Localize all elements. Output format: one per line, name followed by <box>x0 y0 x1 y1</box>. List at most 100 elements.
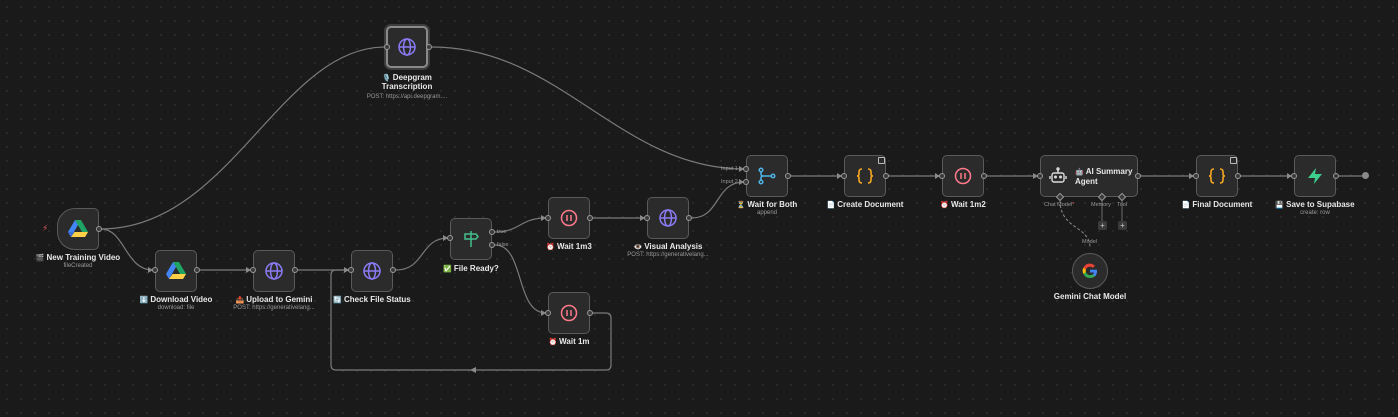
node-wait-1m3[interactable] <box>548 197 590 239</box>
wire-deepgram-merge <box>431 46 745 170</box>
add-memory-button[interactable]: + <box>1098 221 1107 230</box>
port-out-true[interactable] <box>489 229 495 235</box>
port-in[interactable] <box>250 267 256 273</box>
emoji-icon: 🤖 <box>1075 168 1084 176</box>
emoji-icon: ⬇️ <box>139 297 149 304</box>
emoji-icon: ✅ <box>443 266 452 273</box>
port-out[interactable] <box>96 226 102 232</box>
port-out[interactable] <box>981 173 987 179</box>
node-check-file-status[interactable] <box>351 250 393 292</box>
port-out[interactable] <box>194 267 200 273</box>
node-download-video[interactable] <box>155 250 197 292</box>
node-subtitle: create: row <box>1300 210 1330 216</box>
node-wait-1m2[interactable] <box>942 155 984 197</box>
port-in[interactable] <box>841 173 847 179</box>
node-title-line2: Transcription <box>381 82 433 91</box>
port-out[interactable] <box>587 310 593 316</box>
node-wait-for-both[interactable] <box>746 155 788 197</box>
node-title-line2: Agent <box>1075 176 1098 186</box>
port-in[interactable] <box>644 215 650 221</box>
globe-icon <box>659 209 677 227</box>
emoji-icon: 🎬 <box>35 255 45 262</box>
port-in-2[interactable] <box>743 179 749 185</box>
port-in[interactable] <box>545 310 551 316</box>
google-drive-icon <box>166 262 186 279</box>
node-title: Wait 1m2 <box>950 200 986 209</box>
node-ai-summary-agent[interactable]: 🤖 AI Summary Agent <box>1040 155 1138 197</box>
port-in[interactable] <box>384 44 390 50</box>
pause-icon <box>560 209 578 227</box>
emoji-icon: 🔄 <box>333 297 343 304</box>
node-wait-1m[interactable] <box>548 292 590 334</box>
port-in[interactable] <box>545 215 551 221</box>
node-subtitle: POST: https://generativelang... <box>233 305 315 311</box>
node-title: Wait 1m3 <box>556 242 592 251</box>
node-title: Upload to Gemini <box>246 295 313 304</box>
braces-icon <box>856 168 874 184</box>
node-title: Visual Analysis <box>644 242 703 251</box>
port-out[interactable] <box>883 173 889 179</box>
chat-model-label: Chat Model* <box>1044 202 1075 208</box>
globe-icon <box>265 262 283 280</box>
node-subtitle: download: file <box>157 305 195 311</box>
port-in[interactable] <box>348 267 354 273</box>
tool-label: Tool <box>1117 202 1128 208</box>
memory-label: Memory <box>1091 202 1111 208</box>
port-out[interactable] <box>587 215 593 221</box>
node-new-training-video[interactable] <box>57 208 99 250</box>
port-in[interactable] <box>1291 173 1297 179</box>
input1-label: Input 1 <box>721 166 738 172</box>
node-title: Final Document <box>1192 200 1253 209</box>
port-in-1[interactable] <box>743 166 749 172</box>
node-visual-analysis[interactable] <box>647 197 689 239</box>
emoji-icon: ⏳ <box>736 202 746 209</box>
emoji-icon: 💾 <box>1275 202 1285 209</box>
port-out[interactable] <box>785 173 791 179</box>
port-in[interactable] <box>1193 173 1199 179</box>
emoji-icon: 📤 <box>235 297 245 304</box>
add-tool-button[interactable]: + <box>1118 221 1127 230</box>
node-title: New Training Video <box>46 253 121 262</box>
wire-false-wait1m <box>494 244 547 314</box>
pause-icon <box>560 304 578 322</box>
node-subtitle: POST: https://generativelang... <box>627 252 709 258</box>
node-gemini-chat-model[interactable] <box>1072 253 1108 289</box>
port-out-false[interactable] <box>489 242 495 248</box>
node-deepgram-transcription[interactable] <box>386 26 428 68</box>
emoji-icon: 👁️ <box>633 244 643 251</box>
port-out[interactable] <box>686 215 692 221</box>
emoji-icon: 📄 <box>826 202 836 209</box>
google-drive-icon <box>68 220 88 237</box>
port-in[interactable] <box>1037 173 1043 179</box>
node-title: Download Video <box>150 295 213 304</box>
port-out[interactable] <box>1135 173 1141 179</box>
node-title-line1: Deepgram <box>392 73 432 82</box>
node-file-ready[interactable] <box>450 218 492 260</box>
false-label: false <box>497 242 509 248</box>
node-title: Check File Status <box>344 295 411 304</box>
node-subtitle: append <box>756 210 778 216</box>
port-out[interactable] <box>390 267 396 273</box>
model-label: Model <box>1082 239 1097 245</box>
signpost-icon <box>464 231 479 247</box>
emoji-icon: 🎙️ <box>382 75 391 82</box>
node-upload-to-gemini[interactable] <box>253 250 295 292</box>
port-out[interactable] <box>292 267 298 273</box>
input2-label: Input 2 <box>721 179 738 185</box>
expand-icon[interactable] <box>1230 157 1237 164</box>
expand-icon[interactable] <box>878 157 885 164</box>
trigger-bolt-icon: ⚡ <box>42 223 49 233</box>
emoji-icon: 📄 <box>1181 202 1191 209</box>
node-save-to-supabase[interactable] <box>1294 155 1336 197</box>
emoji-icon: ⏰ <box>546 244 555 251</box>
port-out[interactable] <box>426 44 432 50</box>
node-subtitle: fileCreated <box>63 263 93 269</box>
port-out[interactable] <box>1333 173 1339 179</box>
node-title: File Ready? <box>453 264 499 273</box>
globe-icon <box>363 262 381 280</box>
port-in[interactable] <box>152 267 158 273</box>
port-in[interactable] <box>447 235 453 241</box>
port-out[interactable] <box>1235 173 1241 179</box>
port-in[interactable] <box>939 173 945 179</box>
workflow-end-dot[interactable] <box>1362 172 1369 179</box>
